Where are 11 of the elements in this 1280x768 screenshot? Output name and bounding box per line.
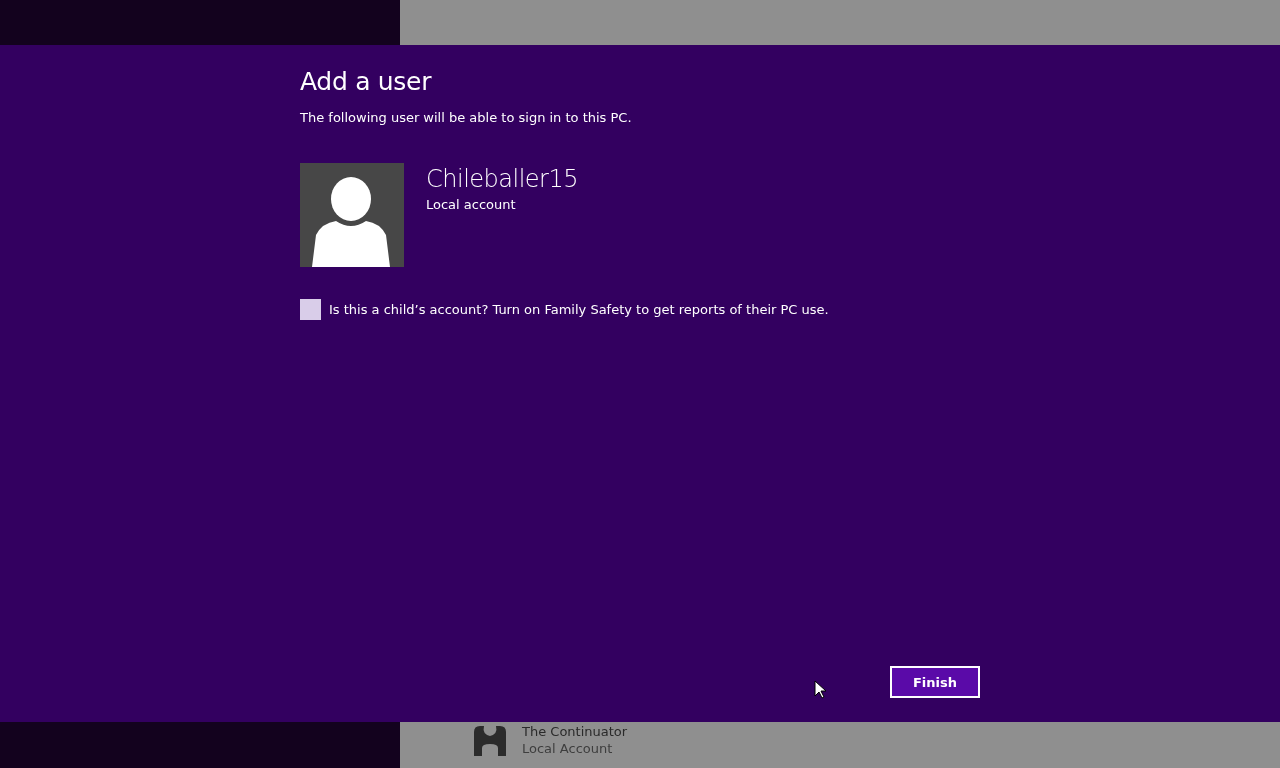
user-avatar-icon <box>300 163 404 267</box>
finish-button[interactable]: Finish <box>890 666 980 698</box>
family-safety-label: Is this a child’s account? Turn on Family Safety to get reports of their PC use. <box>329 302 829 317</box>
dialog-title: Add a user <box>300 67 433 96</box>
user-name: Chileballer15 <box>426 165 579 193</box>
dialog-subtitle: The following user will be able to sign in to this PC. <box>300 110 633 125</box>
background-account-type: Local Account <box>522 741 614 756</box>
account-type: Local account <box>426 197 517 212</box>
background-user-name: The Continuator <box>522 724 628 739</box>
mouse-pointer-icon <box>814 680 826 699</box>
family-safety-checkbox[interactable] <box>300 299 321 320</box>
